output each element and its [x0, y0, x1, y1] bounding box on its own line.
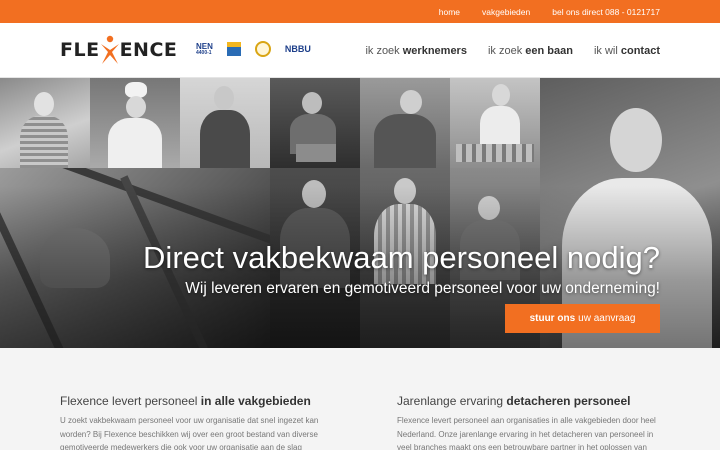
section-text: Flexence levert personeel aan organisati… — [397, 416, 656, 450]
nav-strong: werknemers — [402, 44, 467, 57]
logo-text-right: ENCE — [119, 39, 178, 61]
main-nav: ik zoek werknemers ik zoek een baan ik w… — [365, 23, 660, 78]
logo-wordmark: FLE ENCE — [60, 35, 177, 65]
section-title: Flexence levert personeel in alle vakgeb… — [60, 394, 322, 408]
hero-banner: Direct vakbekwaam personeel nodig? Wij l… — [0, 78, 720, 348]
nav-prefix: ik zoek — [365, 44, 400, 57]
nav-strong: een baan — [525, 44, 573, 57]
section-title-strong: in alle vakgebieden — [200, 394, 311, 408]
section-title-plain: Jarenlange ervaring — [397, 394, 504, 408]
top-bar: home vakgebieden bel ons direct 088 - 01… — [0, 0, 720, 23]
nav-item-een-baan[interactable]: ik zoek een baan — [488, 45, 573, 57]
nbbu-logo: NBBU — [284, 44, 311, 54]
nav-item-contact[interactable]: ik wil contact — [594, 45, 660, 57]
vcu-seal-icon — [254, 41, 271, 57]
section-title-strong: detacheren personeel — [506, 394, 631, 408]
request-cta-button[interactable]: stuur ons uw aanvraag — [505, 304, 660, 333]
nen-certification-logo: NEN 4400-1 — [196, 42, 213, 56]
cta-rest-text: uw aanvraag — [578, 313, 636, 324]
cta-strong-text: stuur ons — [529, 313, 576, 324]
top-link-vakgebieden[interactable]: vakgebieden — [482, 7, 530, 17]
nen-number: 4400-1 — [196, 49, 212, 56]
nav-strong: contact — [620, 44, 660, 57]
intro-content: Flexence levert personeel in alle vakgeb… — [0, 348, 720, 450]
section-title: Jarenlange ervaring detacheren personeel — [397, 394, 659, 408]
top-links: home vakgebieden bel ons direct 088 - 01… — [439, 0, 660, 23]
site-header: FLE ENCE NEN 4400-1 NBBU ik zoek werknem… — [0, 23, 720, 78]
hero-title: Direct vakbekwaam personeel nodig? — [143, 240, 660, 275]
certifications: NEN 4400-1 NBBU — [196, 41, 311, 57]
section-text: U zoekt vakbekwaam personeel voor uw org… — [60, 416, 319, 450]
hero-subtitle: Wij leveren ervaren en gemotiveerd perso… — [185, 280, 660, 297]
top-link-phone[interactable]: bel ons direct 088 - 0121717 — [552, 7, 660, 17]
nav-item-werknemers[interactable]: ik zoek werknemers — [365, 45, 467, 57]
section-detacheren: Jarenlange ervaring detacheren personeel… — [397, 394, 659, 450]
logo-text-left: FLE — [60, 39, 100, 61]
sna-keurmerk-icon — [226, 42, 241, 56]
nav-prefix: ik zoek — [487, 44, 523, 57]
top-link-home[interactable]: home — [439, 7, 460, 17]
flexence-logo[interactable]: FLE ENCE — [60, 33, 177, 67]
logo-x-figure-icon — [99, 35, 121, 65]
nav-prefix: ik wil — [593, 44, 618, 57]
section-title-plain: Flexence levert personeel — [60, 394, 198, 408]
section-vakgebieden: Flexence levert personeel in alle vakgeb… — [60, 394, 322, 450]
